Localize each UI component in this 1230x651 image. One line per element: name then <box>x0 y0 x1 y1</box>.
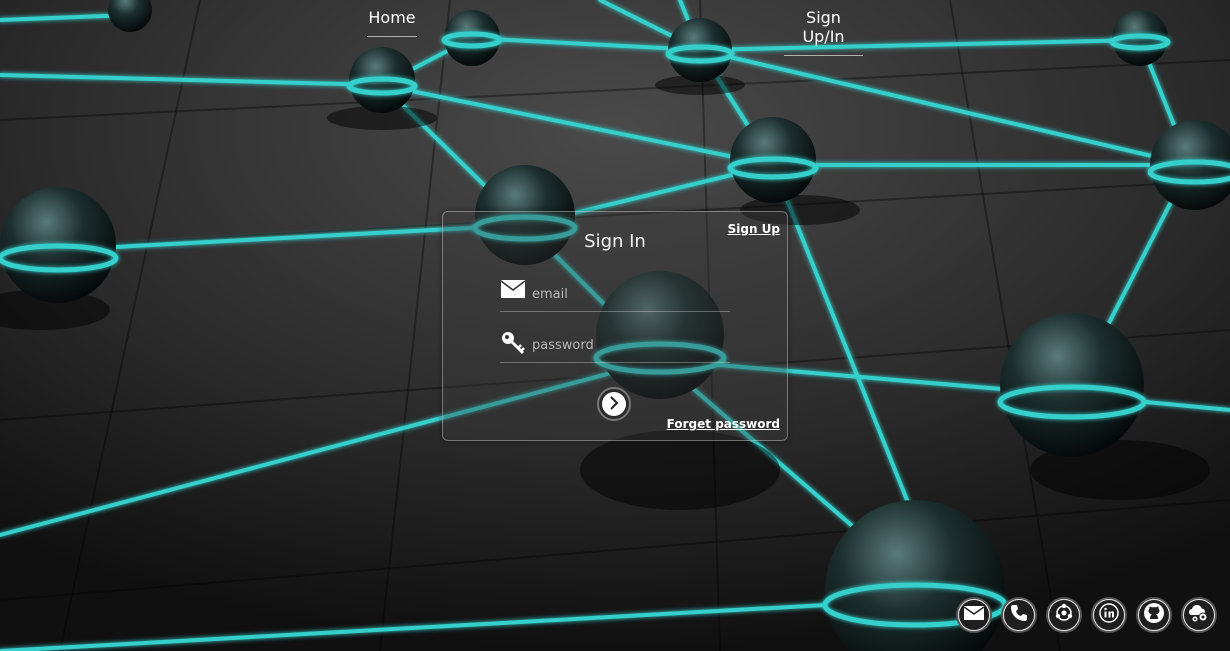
signin-panel: Sign In Sign Up Forg <box>442 211 788 441</box>
social-linkedin-button[interactable] <box>1091 597 1127 633</box>
linkedin-icon <box>1099 603 1119 627</box>
email-input[interactable] <box>530 280 729 308</box>
email-field <box>500 271 730 312</box>
social-network-button[interactable] <box>1046 597 1082 633</box>
network-icon <box>1054 603 1074 627</box>
key-icon <box>500 330 526 360</box>
cloud-settings-icon <box>1188 603 1210 627</box>
nav-home-link[interactable]: Home <box>367 8 417 37</box>
email-icon <box>963 605 985 625</box>
envelope-icon <box>500 279 526 303</box>
nav-signup-link[interactable]: Sign Up/In <box>784 8 863 56</box>
password-input[interactable] <box>530 331 729 359</box>
signup-link[interactable]: Sign Up <box>728 222 780 236</box>
social-email-button[interactable] <box>956 597 992 633</box>
password-field <box>500 322 730 363</box>
github-icon <box>1143 602 1165 628</box>
social-cloud-button[interactable] <box>1181 597 1217 633</box>
forgot-password-link[interactable]: Forget password <box>667 417 780 431</box>
social-github-button[interactable] <box>1136 597 1172 633</box>
chevron-right-icon <box>608 395 620 414</box>
social-phone-button[interactable] <box>1001 597 1037 633</box>
phone-icon <box>1010 604 1028 626</box>
signin-submit-button[interactable] <box>597 387 631 421</box>
